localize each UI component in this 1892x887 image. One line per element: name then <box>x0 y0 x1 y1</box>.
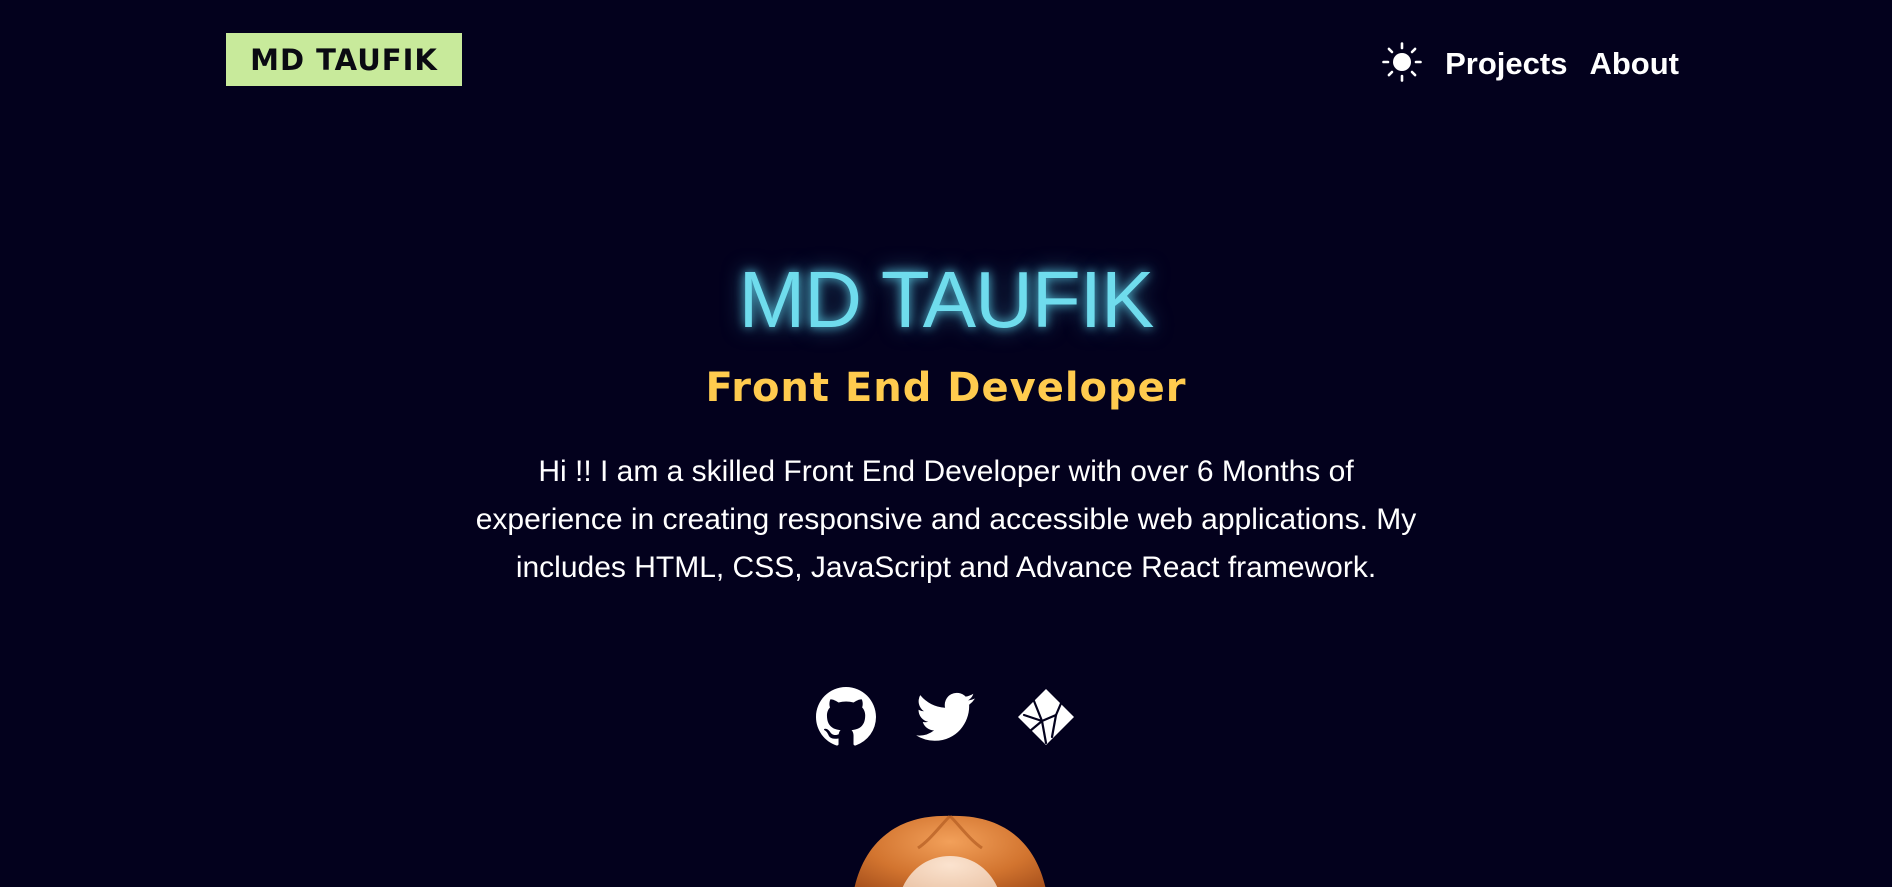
nav-link-about[interactable]: About <box>1589 46 1679 82</box>
portfolio-page: MD TAUFIK Projects About MD TAUFIK Front… <box>0 0 1892 887</box>
twitter-icon <box>916 687 976 751</box>
site-logo[interactable]: MD TAUFIK <box>226 33 462 86</box>
hero-name: MD TAUFIK <box>738 255 1155 344</box>
social-links <box>0 687 1892 751</box>
nav-link-projects[interactable]: Projects <box>1445 46 1567 82</box>
github-icon <box>816 687 876 751</box>
hero-description: Hi !! I am a skilled Front End Developer… <box>475 455 1417 584</box>
sun-icon <box>1382 42 1422 86</box>
netlify-link[interactable] <box>1016 689 1076 749</box>
hero-role: Front End Developer <box>705 365 1187 411</box>
main-nav: Projects About <box>1381 38 1679 90</box>
github-link[interactable] <box>816 687 876 751</box>
twitter-link[interactable] <box>916 689 976 749</box>
netlify-icon <box>1016 687 1076 751</box>
avatar-illustration <box>838 812 1058 887</box>
theme-toggle-button[interactable] <box>1381 42 1423 86</box>
